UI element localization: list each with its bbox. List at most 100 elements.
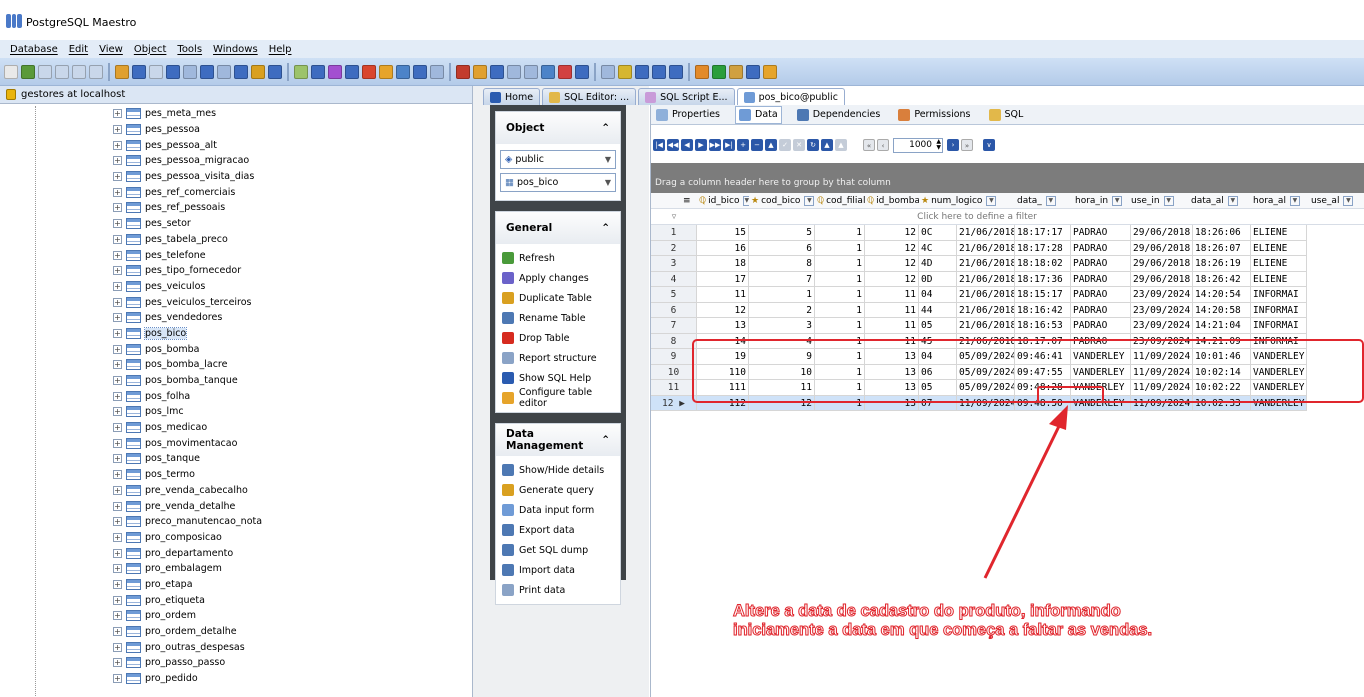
grid-cell[interactable]: VANDERLEY	[1251, 364, 1307, 380]
refresh-data-button[interactable]: ↻	[807, 139, 819, 151]
grid-cell[interactable]: ELIENE	[1251, 256, 1307, 272]
expand-icon[interactable]: +	[113, 407, 122, 417]
grid-cell[interactable]: PADRAO	[1071, 225, 1131, 241]
expand-icon[interactable]: +	[113, 140, 122, 150]
action-get-sql-dump[interactable]: Get SQL dump	[500, 540, 616, 560]
toolbar-button-icon[interactable]	[345, 65, 359, 79]
grid-cell[interactable]: 110	[697, 364, 749, 380]
tree-item-pro-etapa[interactable]: + pro_etapa	[0, 577, 473, 593]
grid-cell[interactable]: 1	[815, 349, 865, 365]
schema-select[interactable]: ◈ public ▼	[500, 150, 616, 169]
menu-object[interactable]: Object	[134, 44, 167, 55]
grid-cell[interactable]: 11	[865, 333, 919, 349]
grid-cell[interactable]: 13	[865, 349, 919, 365]
expand-icon[interactable]: +	[113, 376, 122, 386]
grid-cell[interactable]: 29/06/2018	[1131, 240, 1193, 256]
toolbar-button-icon[interactable]	[652, 65, 666, 79]
column-header-data-al[interactable]: data_al ▼	[1189, 193, 1251, 208]
grid-cell[interactable]: VANDERLEY	[1071, 395, 1131, 411]
grid-cell[interactable]: 29/06/2018	[1131, 225, 1193, 241]
grid-cell[interactable]: 09:48:28	[1015, 380, 1071, 396]
grid-cell[interactable]: 10:02:14	[1193, 364, 1251, 380]
grid-cell[interactable]: 23/09/2024	[1131, 333, 1193, 349]
subtab-data[interactable]: Data	[735, 105, 782, 124]
grid-cell[interactable]: 11	[749, 380, 815, 396]
tree-item-pre-venda-cabecalho[interactable]: + pre_venda_cabecalho	[0, 483, 473, 499]
grid-cell[interactable]: VANDERLEY	[1251, 380, 1307, 396]
expand-icon[interactable]: +	[113, 219, 122, 229]
column-header-use-al[interactable]: use_al ▼	[1309, 193, 1364, 208]
grid-cell[interactable]: 1	[815, 364, 865, 380]
toolbar-button-icon[interactable]	[328, 65, 342, 79]
toolbar-button-icon[interactable]	[379, 65, 393, 79]
tree-item-pes-pessoa-visita-dias[interactable]: + pes_pessoa_visita_dias	[0, 169, 473, 185]
tree-item-preco-manutencao-nota[interactable]: + preco_manutencao_nota	[0, 514, 473, 530]
grid-cell[interactable]: 18:26:06	[1193, 225, 1251, 241]
grid-cell[interactable]: 18:17:07	[1015, 333, 1071, 349]
tree-item-pos-tanque[interactable]: + pos_tanque	[0, 451, 473, 467]
grid-cell[interactable]: 11/09/2024	[1131, 380, 1193, 396]
grid-cell[interactable]: INFORMAI	[1251, 287, 1307, 303]
table-row[interactable]: 11 111 11 1 13 05 05/09/2024 09:48:28 VANDERLEY 1…	[651, 380, 1364, 396]
grid-cell[interactable]: 111	[697, 380, 749, 396]
tree-item-pes-ref-comerciais[interactable]: + pes_ref_comerciais	[0, 184, 473, 200]
grid-cell[interactable]: VANDERLEY	[1251, 349, 1307, 365]
toolbar-button-icon[interactable]	[166, 65, 180, 79]
expand-icon[interactable]: +	[113, 674, 122, 684]
grid-cell[interactable]: 13	[865, 395, 919, 411]
tree-item-pos-folha[interactable]: + pos_folha	[0, 388, 473, 404]
table-row[interactable]: 6 12 2 1 11 44 21/06/2018 18:16:42 PADRAO 23/09/2…	[651, 302, 1364, 318]
next-record-button[interactable]: ▶	[695, 139, 707, 151]
grid-cell[interactable]: 0D	[919, 271, 957, 287]
next-page-nav-button[interactable]: ›	[947, 139, 959, 151]
action-show-hide-details[interactable]: Show/Hide details	[500, 460, 616, 480]
column-header-cod-bico[interactable]: ★ cod_bico ▼	[749, 193, 815, 208]
column-header-data[interactable]: data_ ▼	[1015, 193, 1073, 208]
grid-cell[interactable]: 12	[865, 225, 919, 241]
grid-cell[interactable]: 29/06/2018	[1131, 256, 1193, 272]
grid-cell[interactable]: 7	[749, 271, 815, 287]
grid-cell[interactable]: 21/06/2018	[957, 271, 1015, 287]
grid-cell[interactable]: 18:17:36	[1015, 271, 1071, 287]
toolbar-button-icon[interactable]	[38, 65, 52, 79]
grid-cell[interactable]: 1	[815, 240, 865, 256]
collapse-icon[interactable]: ⌃	[601, 222, 610, 234]
toolbar-button-icon[interactable]	[601, 65, 615, 79]
toolbar-button-icon[interactable]	[473, 65, 487, 79]
grid-cell[interactable]: 10	[749, 364, 815, 380]
subtab-dependencies[interactable]: Dependencies	[794, 107, 884, 123]
grid-cell[interactable]: 112	[697, 395, 749, 411]
action-apply-changes[interactable]: Apply changes	[500, 268, 616, 288]
grid-cell[interactable]: 23/09/2024	[1131, 318, 1193, 334]
grid-cell[interactable]: 21/06/2018	[957, 302, 1015, 318]
expand-icon[interactable]: +	[113, 454, 122, 464]
toolbar-button-icon[interactable]	[575, 65, 589, 79]
grid-cell[interactable]: 19	[697, 349, 749, 365]
grid-cell[interactable]: 04	[919, 349, 957, 365]
grid-cell[interactable]: VANDERLEY	[1071, 380, 1131, 396]
previous-page-button[interactable]: ‹	[877, 139, 889, 151]
grid-cell[interactable]: 1	[815, 302, 865, 318]
grid-cell[interactable]: 18:16:53	[1015, 318, 1071, 334]
post-edit-button[interactable]: ✓	[779, 139, 791, 151]
grid-cell[interactable]: 10:01:46	[1193, 349, 1251, 365]
grid-cell[interactable]: PADRAO	[1071, 256, 1131, 272]
tree-item-pro-embalagem[interactable]: + pro_embalagem	[0, 561, 473, 577]
tree-item-pes-pessoa[interactable]: + pes_pessoa	[0, 122, 473, 138]
grid-cell[interactable]: 1	[815, 225, 865, 241]
toolbar-button-icon[interactable]	[311, 65, 325, 79]
expand-icon[interactable]: +	[113, 391, 122, 401]
toolbar-button-icon[interactable]	[362, 65, 376, 79]
first-record-button[interactable]: |◀	[653, 139, 665, 151]
tree-item-pos-lmc[interactable]: + pos_lmc	[0, 404, 473, 420]
toolbar-button-icon[interactable]	[507, 65, 521, 79]
action-refresh[interactable]: Refresh	[500, 248, 616, 268]
action-print-data[interactable]: Print data	[500, 580, 616, 600]
grid-cell[interactable]: 23/09/2024	[1131, 287, 1193, 303]
grid-cell[interactable]: 05	[919, 380, 957, 396]
table-row[interactable]: 9 19 9 1 13 04 05/09/2024 09:46:41 VANDERLEY 11/0…	[651, 349, 1364, 365]
column-header-id-bico[interactable]: ℚid_bico ▼	[697, 193, 749, 208]
column-header-cod-filial[interactable]: ℚcod_filial▼	[815, 193, 865, 208]
last-page-nav-button[interactable]: »	[961, 139, 973, 151]
grid-cell[interactable]: 14	[697, 333, 749, 349]
